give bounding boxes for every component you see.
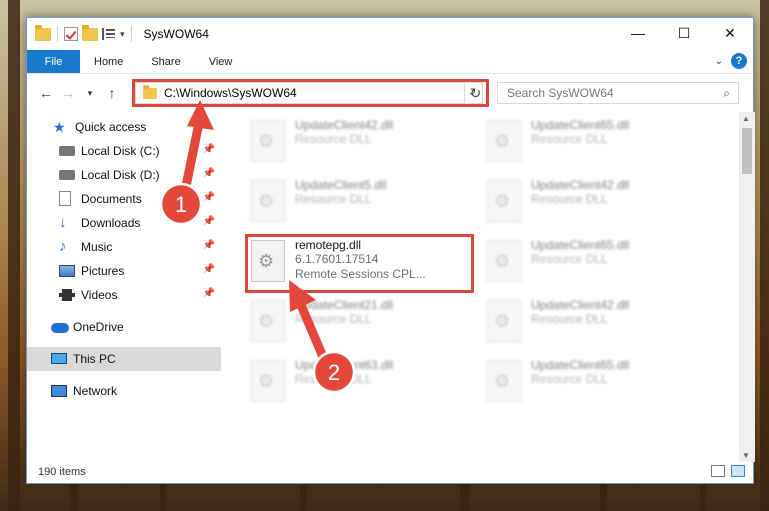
scroll-down-icon[interactable]: ▼	[742, 451, 750, 460]
sidebar-item-local-disk-c[interactable]: Local Disk (C:) 📌	[27, 139, 221, 163]
ribbon-tabs: File Home Share View ⌄ ?	[27, 50, 753, 74]
pin-icon[interactable]: 📌	[203, 192, 215, 203]
navigation-bar: ← → ▾ ↑ C:\Windows\SysWOW64 ⌄ ↻ Search S…	[27, 74, 753, 112]
status-bar: 190 items	[27, 460, 755, 483]
customize-toolbar-icon[interactable]: ▾	[120, 29, 125, 40]
dll-file-icon	[487, 120, 521, 162]
videos-icon	[59, 289, 75, 301]
scrollbar-thumb[interactable]	[742, 128, 752, 174]
pin-icon[interactable]: 📌	[203, 240, 215, 251]
dll-file-icon	[487, 360, 521, 402]
folder-icon	[35, 24, 51, 41]
drive-icon	[59, 146, 75, 156]
sidebar-item-this-pc[interactable]: This PC	[27, 347, 221, 371]
tab-view[interactable]: View	[195, 50, 247, 73]
pictures-icon	[59, 265, 75, 277]
sidebar-item-network[interactable]: Network	[27, 379, 221, 403]
tab-file[interactable]: File	[27, 50, 80, 73]
file-item[interactable]: UpdateClient42.dllResource DLL	[251, 118, 481, 170]
search-input[interactable]: Search SysWOW64 ⌕	[497, 82, 739, 104]
file-item[interactable]: UpdateClient21.dllResource DLL	[251, 298, 481, 350]
network-icon	[51, 385, 67, 397]
file-item[interactable]: UpdateClient65.dllResource DLL	[487, 238, 717, 290]
pin-icon[interactable]: 📌	[203, 264, 215, 275]
dll-file-icon	[251, 360, 285, 402]
properties-icon[interactable]	[102, 28, 116, 40]
help-icon[interactable]: ?	[731, 53, 747, 69]
document-icon	[59, 191, 71, 206]
drive-icon	[59, 170, 75, 180]
quick-access-toolbar: ▾	[27, 24, 134, 42]
tab-home[interactable]: Home	[80, 50, 137, 73]
window-title: SysWOW64	[143, 27, 209, 41]
large-icons-view-icon[interactable]	[731, 465, 745, 477]
dll-file-icon	[487, 300, 521, 342]
scroll-up-icon[interactable]: ▲	[742, 114, 750, 123]
cloud-icon	[51, 323, 69, 333]
pin-icon[interactable]: 📌	[203, 216, 215, 227]
pin-icon[interactable]: 📌	[203, 288, 215, 299]
star-icon: ★	[53, 119, 66, 135]
sidebar-item-onedrive[interactable]: OneDrive	[27, 315, 221, 339]
forward-button[interactable]: →	[57, 85, 79, 101]
title-bar: ▾ SysWOW64 — ☐ ✕	[27, 18, 753, 50]
sidebar-item-music[interactable]: ♪ Music 📌	[27, 235, 221, 259]
navigation-pane: ★ Quick access Local Disk (C:) 📌 Local D…	[27, 112, 221, 462]
back-button[interactable]: ←	[35, 85, 57, 101]
file-list: UpdateClient42.dllResource DLL UpdateCli…	[221, 112, 739, 462]
download-icon: ↓	[59, 214, 67, 231]
item-count: 190 items	[38, 465, 86, 478]
recent-locations-icon[interactable]: ▾	[79, 88, 101, 99]
new-folder-icon[interactable]	[82, 24, 98, 41]
file-explorer-window: ▾ SysWOW64 — ☐ ✕ File Home Share View ⌄ …	[26, 17, 755, 484]
pin-icon[interactable]: 📌	[203, 144, 215, 155]
details-view-icon[interactable]	[711, 465, 725, 477]
pin-icon[interactable]: 📌	[203, 168, 215, 179]
dll-file-icon	[487, 180, 521, 222]
computer-icon	[51, 353, 67, 364]
dll-file-icon	[251, 300, 285, 342]
sidebar-item-videos[interactable]: Videos 📌	[27, 283, 221, 307]
file-highlight-box	[245, 234, 474, 293]
file-item[interactable]: UpdateClient65.dllResource DLL	[487, 118, 717, 170]
dll-file-icon	[487, 240, 521, 282]
sidebar-item-quick-access[interactable]: ★ Quick access	[27, 115, 221, 139]
properties-check-icon[interactable]	[64, 27, 78, 41]
file-item[interactable]: UpdateClient5.dllResource DLL	[251, 178, 481, 230]
dll-file-icon	[251, 180, 285, 222]
search-placeholder: Search SysWOW64	[507, 86, 614, 100]
sidebar-item-downloads[interactable]: ↓ Downloads 📌	[27, 211, 221, 235]
file-item[interactable]: UpdateClient65.dllResource DLL	[487, 358, 717, 410]
sidebar-item-pictures[interactable]: Pictures 📌	[27, 259, 221, 283]
search-icon: ⌕	[723, 86, 730, 100]
close-button[interactable]: ✕	[707, 18, 753, 48]
file-item[interactable]: UpdateClient42.dllResource DLL	[487, 178, 717, 230]
dll-file-icon	[251, 120, 285, 162]
maximize-button[interactable]: ☐	[661, 18, 707, 48]
music-icon: ♪	[59, 238, 67, 255]
up-button[interactable]: ↑	[101, 85, 123, 101]
sidebar-item-documents[interactable]: Documents 📌	[27, 187, 221, 211]
vertical-scrollbar[interactable]: ▲ ▼	[739, 112, 755, 462]
expand-ribbon-icon[interactable]: ⌄	[715, 56, 723, 67]
minimize-button[interactable]: —	[615, 18, 661, 48]
explorer-body: ★ Quick access Local Disk (C:) 📌 Local D…	[27, 112, 755, 462]
tab-share[interactable]: Share	[137, 50, 194, 73]
address-highlight-box	[132, 79, 489, 107]
file-item[interactable]: UpdateClient63.dllResource DLL	[251, 358, 481, 410]
sidebar-item-local-disk-d[interactable]: Local Disk (D:) 📌	[27, 163, 221, 187]
file-item[interactable]: UpdateClient42.dllResource DLL	[487, 298, 717, 350]
